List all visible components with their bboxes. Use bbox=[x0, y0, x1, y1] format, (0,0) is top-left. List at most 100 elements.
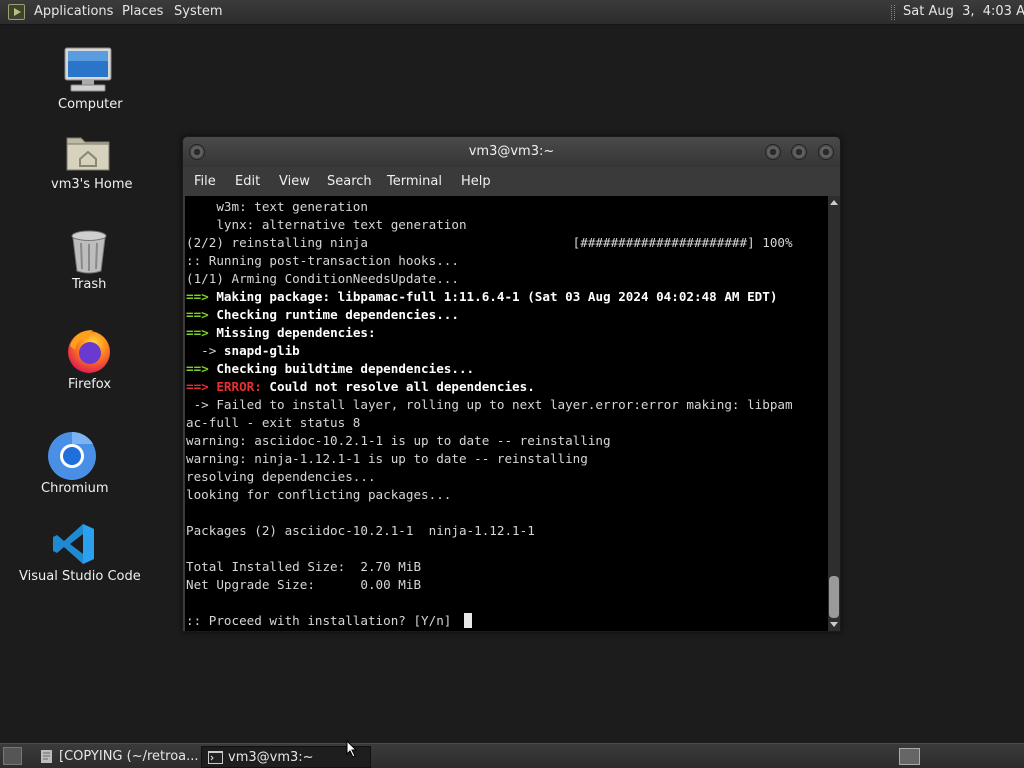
terminal-text-segment: ==> bbox=[186, 361, 217, 376]
desktop-icon-label: Firefox bbox=[68, 377, 112, 392]
terminal-line: lynx: alternative text generation bbox=[186, 216, 793, 234]
terminal-text-segment: lynx: alternative text generation bbox=[186, 217, 467, 232]
terminal-text-segment: :: Running post-transaction hooks... bbox=[186, 253, 459, 268]
terminal-text-segment: ==> bbox=[186, 307, 217, 322]
panel-separator bbox=[891, 5, 895, 20]
show-desktop-icon[interactable] bbox=[3, 747, 22, 765]
terminal-line: Packages (2) asciidoc-10.2.1-1 ninja-1.1… bbox=[186, 522, 793, 540]
terminal-line: Net Upgrade Size: 0.00 MiB bbox=[186, 576, 793, 594]
terminal-text-segment: resolving dependencies... bbox=[186, 469, 376, 484]
terminal-text-segment: (1/1) Arming ConditionNeedsUpdate... bbox=[186, 271, 459, 286]
terminal-text-segment: ==> bbox=[186, 379, 217, 394]
terminal-text-segment: ==> bbox=[186, 325, 217, 340]
terminal-text-segment: warning: asciidoc-10.2.1-1 is up to date… bbox=[186, 433, 611, 448]
terminal-menubar: File Edit View Search Terminal Help bbox=[183, 167, 840, 196]
minimize-button[interactable] bbox=[765, 144, 781, 160]
workspace-switcher[interactable] bbox=[899, 748, 920, 765]
terminal-line: :: Running post-transaction hooks... bbox=[186, 252, 793, 270]
desktop-icon-chromium[interactable]: Chromium bbox=[38, 430, 109, 498]
computer-icon bbox=[64, 47, 112, 92]
desktop-icon-label: Visual Studio Code bbox=[19, 569, 141, 584]
terminal-text-segment: Making package: libpamac-full 1:11.6.4-1… bbox=[216, 289, 778, 304]
terminal-text-segment: w3m: text generation bbox=[186, 199, 368, 214]
scroll-up-arrow-icon[interactable] bbox=[830, 200, 838, 205]
vscode-icon bbox=[53, 524, 94, 564]
terminal-text-segment: -> Failed to install layer, rolling up t… bbox=[186, 397, 793, 412]
desktop-icon-vscode[interactable]: Visual Studio Code bbox=[16, 520, 141, 586]
terminal-window[interactable]: vm3@vm3:~ File Edit View Search Terminal… bbox=[182, 136, 841, 632]
terminal-line: :: Proceed with installation? [Y/n] bbox=[186, 612, 793, 630]
menu-help[interactable]: Help bbox=[461, 174, 491, 189]
terminal-text-segment: Could not resolve all dependencies. bbox=[261, 379, 535, 394]
taskbar-item-label: vm3@vm3:~ bbox=[228, 750, 314, 765]
close-button[interactable] bbox=[818, 144, 834, 160]
terminal-line: ==> Checking buildtime dependencies... bbox=[186, 360, 793, 378]
desktop-icon-trash[interactable]: Trash bbox=[66, 228, 112, 294]
desktop-icon-label: Chromium bbox=[41, 481, 109, 496]
terminal-line: ==> Missing dependencies: bbox=[186, 324, 793, 342]
desktop-icon-label: Computer bbox=[58, 97, 123, 112]
chromium-icon bbox=[48, 431, 96, 480]
terminal-line: warning: asciidoc-10.2.1-1 is up to date… bbox=[186, 432, 793, 450]
terminal-text-segment: Checking buildtime dependencies... bbox=[216, 361, 475, 376]
terminal-line: looking for conflicting packages... bbox=[186, 486, 793, 504]
applications-menu-icon[interactable] bbox=[8, 4, 25, 20]
home-folder-icon bbox=[66, 137, 110, 171]
window-titlebar[interactable]: vm3@vm3:~ bbox=[183, 137, 840, 167]
terminal-line: resolving dependencies... bbox=[186, 468, 793, 486]
terminal-line: w3m: text generation bbox=[186, 198, 793, 216]
terminal-text: w3m: text generation lynx: alternative t… bbox=[186, 198, 793, 630]
terminal-line: ==> Making package: libpamac-full 1:11.6… bbox=[186, 288, 793, 306]
desktop-icon-label: vm3's Home bbox=[51, 177, 133, 192]
terminal-text-segment: ==> bbox=[186, 289, 217, 304]
desktop-icon-label: Trash bbox=[72, 277, 107, 292]
terminal-line: (2/2) reinstalling ninja [##############… bbox=[186, 234, 793, 252]
terminal-text-segment: Packages (2) asciidoc-10.2.1-1 ninja-1.1… bbox=[186, 523, 535, 538]
taskbar-item-editor[interactable]: [COPYING (~/retroa... bbox=[33, 746, 201, 768]
terminal-line: -> Failed to install layer, rolling up t… bbox=[186, 396, 793, 414]
trash-icon bbox=[71, 230, 107, 274]
desktop-icon-computer[interactable]: Computer bbox=[54, 44, 124, 116]
terminal-scrollbar[interactable] bbox=[828, 196, 840, 631]
terminal-line: Total Installed Size: 2.70 MiB bbox=[186, 558, 793, 576]
terminal-text-segment: Total Installed Size: 2.70 MiB bbox=[186, 559, 422, 574]
terminal-text-segment: ac-full - exit status 8 bbox=[186, 415, 361, 430]
bottom-panel: [COPYING (~/retroa... vm3@vm3:~ bbox=[0, 743, 1024, 768]
scroll-thumb[interactable] bbox=[829, 576, 839, 618]
terminal-text-segment: (2/2) reinstalling ninja [##############… bbox=[186, 235, 793, 250]
maximize-button[interactable] bbox=[791, 144, 807, 160]
mouse-pointer-icon bbox=[346, 740, 358, 758]
terminal-line: ac-full - exit status 8 bbox=[186, 414, 793, 432]
clock[interactable]: Sat Aug 3, 4:03 AM bbox=[903, 4, 1024, 19]
terminal-line: ==> ERROR: Could not resolve all depende… bbox=[186, 378, 793, 396]
menu-file[interactable]: File bbox=[194, 174, 216, 189]
terminal-text-segment: snapd-glib bbox=[223, 343, 300, 358]
menu-terminal[interactable]: Terminal bbox=[387, 174, 442, 189]
terminal-text-segment: Missing dependencies: bbox=[216, 325, 376, 340]
desktop-icon-home[interactable]: vm3's Home bbox=[48, 128, 133, 196]
terminal-icon bbox=[208, 751, 223, 764]
terminal-text-segment: ERROR: bbox=[216, 379, 262, 394]
terminal-output[interactable]: w3m: text generation lynx: alternative t… bbox=[185, 196, 828, 631]
terminal-text-segment: Net Upgrade Size: 0.00 MiB bbox=[186, 577, 422, 592]
terminal-text-segment: Checking runtime dependencies... bbox=[216, 307, 459, 322]
menu-applications[interactable]: Applications bbox=[34, 4, 113, 19]
terminal-text-segment: warning: ninja-1.12.1-1 is up to date --… bbox=[186, 451, 588, 466]
terminal-text-segment: :: Proceed with installation? [Y/n] bbox=[186, 613, 459, 628]
window-title: vm3@vm3:~ bbox=[468, 144, 555, 159]
menu-system[interactable]: System bbox=[174, 4, 222, 19]
text-editor-icon bbox=[41, 750, 52, 763]
menu-view[interactable]: View bbox=[279, 174, 310, 189]
menu-places[interactable]: Places bbox=[122, 4, 163, 19]
window-menu-button[interactable] bbox=[189, 144, 205, 160]
menu-edit[interactable]: Edit bbox=[235, 174, 260, 189]
menu-search[interactable]: Search bbox=[327, 174, 372, 189]
desktop-icon-firefox[interactable]: Firefox bbox=[62, 326, 118, 394]
terminal-cursor bbox=[463, 613, 472, 628]
terminal-text-segment: looking for conflicting packages... bbox=[186, 487, 452, 502]
top-panel: Applications Places System Sat Aug 3, 4:… bbox=[0, 0, 1024, 25]
scroll-down-arrow-icon[interactable] bbox=[830, 622, 838, 627]
